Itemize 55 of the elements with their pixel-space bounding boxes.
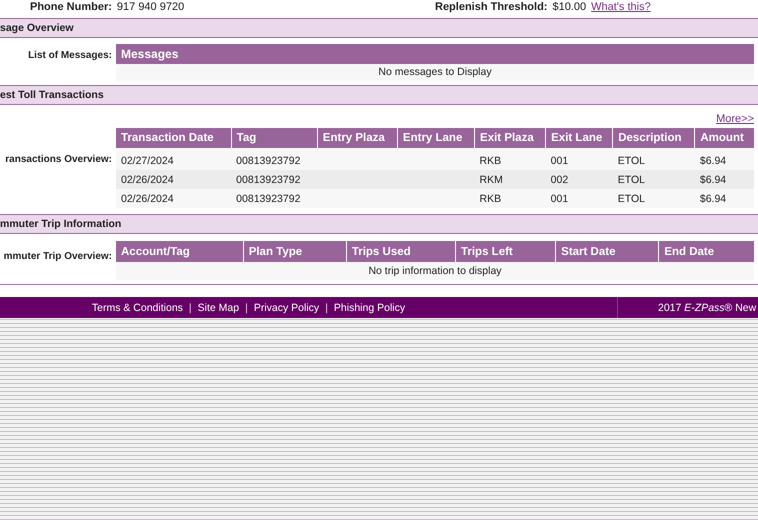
- column-header: Entry Plaza: [317, 128, 398, 148]
- separator: |: [245, 302, 248, 314]
- table-cell: 02/27/2024: [116, 151, 232, 170]
- footer-link[interactable]: Phishing Policy: [334, 302, 406, 314]
- section-heading: est Toll Transactions: [0, 85, 758, 105]
- field-value: $10.00: [552, 1, 586, 13]
- column-header: Entry Lane: [397, 128, 475, 148]
- separator: |: [188, 302, 192, 314]
- column-header: Plan Type: [243, 241, 346, 262]
- empty-message: No messages to Display: [116, 64, 754, 81]
- field-value: 917 940 9720: [116, 1, 184, 13]
- copyright-text: 2017 E-ZPass® New: [617, 297, 758, 318]
- table-cell: ETOL: [612, 170, 695, 189]
- table-cell: 00813923792: [231, 189, 318, 208]
- column-header: Account/Tag: [116, 241, 244, 262]
- table-cell: 001: [546, 151, 613, 170]
- more-link[interactable]: More>>: [716, 112, 754, 124]
- field-label: Phone Number:: [30, 1, 112, 13]
- footer-link[interactable]: Site Map: [198, 302, 240, 314]
- footer-link[interactable]: Privacy Policy: [254, 302, 320, 314]
- table-cell: RKM: [474, 170, 546, 189]
- table-cell: 02/26/2024: [116, 189, 232, 208]
- row-label: ransactions Overview:: [5, 154, 113, 165]
- table-cell: RKB: [474, 189, 546, 208]
- row-label: mmuter Trip Overview:: [4, 251, 113, 262]
- section-heading: sage Overview: [0, 18, 758, 38]
- table-cell: 02/26/2024: [116, 170, 232, 189]
- column-header: Start Date: [556, 241, 659, 262]
- field-label: Replenish Threshold:: [435, 1, 548, 13]
- table-title: Messages: [116, 44, 754, 64]
- column-header: Exit Lane: [546, 128, 613, 148]
- table-cell: ETOL: [612, 189, 695, 208]
- column-header: Exit Plaza: [474, 128, 546, 148]
- table-cell: $6.94: [694, 189, 754, 208]
- column-header: Amount: [694, 128, 754, 148]
- table-cell: 00813923792: [231, 170, 318, 189]
- column-header: Trips Used: [346, 241, 456, 262]
- table-cell: RKB: [474, 151, 546, 170]
- column-header: Transaction Date: [116, 128, 232, 148]
- table-cell: ETOL: [612, 151, 695, 170]
- row-label: List of Messages:: [28, 50, 113, 61]
- footer-link[interactable]: Terms & Conditions: [92, 302, 183, 314]
- column-header: Trips Left: [456, 241, 556, 262]
- help-link[interactable]: What's this?: [591, 1, 651, 13]
- table-cell: 002: [546, 170, 613, 189]
- column-header: End Date: [658, 241, 754, 262]
- table-cell: 001: [546, 189, 613, 208]
- table-cell: $6.94: [694, 151, 754, 170]
- column-header: Description: [612, 128, 695, 148]
- column-header: Tag: [231, 128, 318, 148]
- table-cell: $6.94: [694, 170, 754, 189]
- table-cell: 00813923792: [231, 151, 318, 170]
- empty-message: No trip information to display: [116, 262, 754, 280]
- separator: |: [325, 302, 328, 314]
- section-heading: mmuter Trip Information: [0, 214, 758, 234]
